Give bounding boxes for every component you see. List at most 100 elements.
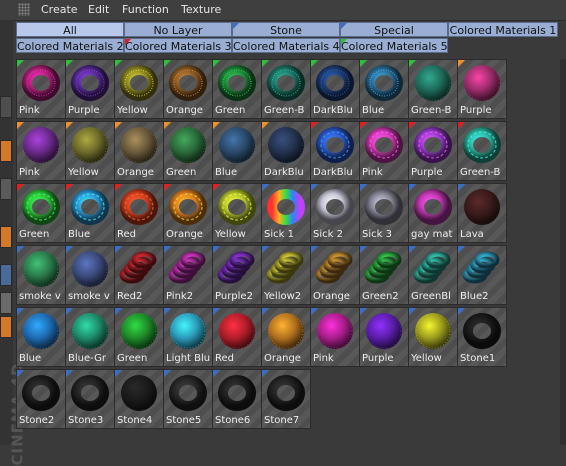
material-item[interactable]: smoke v (16, 245, 66, 305)
tab-colored-materials-3[interactable]: Colored Materials 3 (124, 38, 232, 53)
material-item[interactable]: Green (114, 307, 164, 367)
tab-special[interactable]: Special (340, 22, 448, 37)
layer-flag-icon (17, 308, 24, 315)
material-item[interactable]: Stone6 (212, 369, 262, 429)
tab-colored-materials-5[interactable]: Colored Materials 5 (340, 38, 448, 53)
tab-no-layer[interactable]: No Layer (124, 22, 232, 37)
material-item[interactable]: Stone1 (457, 307, 507, 367)
material-preview-icon (366, 313, 402, 349)
tool-button-orange[interactable] (0, 316, 12, 338)
material-item[interactable]: Sick 1 (261, 183, 311, 243)
vertical-scrollbar[interactable] (560, 59, 566, 445)
material-label: Sick 2 (313, 229, 343, 240)
material-item[interactable]: Green (163, 121, 213, 181)
tool-button[interactable] (0, 178, 12, 200)
material-item[interactable]: Pink (359, 121, 409, 181)
material-item[interactable]: Pink2 (163, 245, 213, 305)
material-label: Lava (460, 229, 484, 240)
material-item[interactable]: Sick 3 (359, 183, 409, 243)
material-item[interactable]: Stone4 (114, 369, 164, 429)
material-item[interactable]: Purple (457, 59, 507, 119)
tab-stone[interactable]: Stone (232, 22, 340, 37)
material-item[interactable]: Orange (114, 121, 164, 181)
material-item[interactable]: Yellow (212, 183, 262, 243)
material-item[interactable]: Purple (65, 59, 115, 119)
material-label: Orange (166, 105, 203, 116)
material-item[interactable]: Orange (261, 307, 311, 367)
material-item[interactable]: Blue (65, 183, 115, 243)
material-item[interactable]: DarkBlu (310, 59, 360, 119)
layer-flag-icon (66, 122, 73, 129)
material-item[interactable]: Stone5 (163, 369, 213, 429)
material-item[interactable]: Blue (359, 59, 409, 119)
material-item[interactable]: Blue (212, 121, 262, 181)
tab-colored-materials-1[interactable]: Colored Materials 1 (448, 22, 558, 37)
menu-create[interactable]: Create (41, 3, 78, 16)
material-item[interactable]: smoke v (65, 245, 115, 305)
material-item[interactable]: Blue2 (457, 245, 507, 305)
tab-colored-materials-4[interactable]: Colored Materials 4 (232, 38, 340, 53)
material-item[interactable]: Green-B (261, 59, 311, 119)
layer-flag-icon (213, 308, 220, 315)
material-item[interactable]: GreenBl (408, 245, 458, 305)
material-label: Yellow2 (264, 291, 302, 302)
layer-flag-icon (213, 184, 220, 191)
material-item[interactable]: Stone3 (65, 369, 115, 429)
material-item[interactable]: Green-B (457, 121, 507, 181)
tool-button[interactable] (0, 264, 12, 286)
tab-flag-icon (125, 39, 131, 45)
material-item[interactable]: Red2 (114, 245, 164, 305)
material-label: Orange (117, 167, 154, 178)
material-item[interactable]: Sick 2 (310, 183, 360, 243)
tab-flag-icon (341, 39, 347, 45)
material-preview-icon (268, 127, 304, 163)
tool-button-orange[interactable] (0, 140, 12, 162)
material-item[interactable]: DarkBlu (310, 121, 360, 181)
tab-colored-materials-2[interactable]: Colored Materials 2 (16, 38, 124, 53)
material-item[interactable]: Blue (16, 307, 66, 367)
material-item[interactable]: Yellow (408, 307, 458, 367)
material-item[interactable]: Purple (359, 307, 409, 367)
material-item[interactable]: Purple (408, 121, 458, 181)
layer-flag-icon (17, 246, 24, 253)
layer-flag-icon (262, 184, 269, 191)
material-item[interactable]: Green-B (408, 59, 458, 119)
material-item[interactable]: Orange (163, 183, 213, 243)
material-item[interactable]: DarkBlu (261, 121, 311, 181)
tab-all[interactable]: All (16, 22, 124, 37)
material-item[interactable]: Lava (457, 183, 507, 243)
material-item[interactable]: Yellow (65, 121, 115, 181)
material-item[interactable]: Light Blu (163, 307, 213, 367)
material-item[interactable]: Pink (16, 121, 66, 181)
material-item[interactable]: Pink (310, 307, 360, 367)
material-item[interactable]: Yellow (114, 59, 164, 119)
material-item[interactable]: Blue-Gr (65, 307, 115, 367)
material-preview-icon (218, 65, 256, 101)
material-item[interactable]: Pink (16, 59, 66, 119)
menu-function[interactable]: Function (122, 3, 169, 16)
material-item[interactable]: Stone2 (16, 369, 66, 429)
tool-button[interactable] (0, 292, 12, 314)
material-item[interactable]: Green (16, 183, 66, 243)
material-item[interactable]: Orange (310, 245, 360, 305)
material-item[interactable]: gay mat (408, 183, 458, 243)
material-label: DarkBlu (313, 105, 353, 116)
material-item[interactable]: Red (114, 183, 164, 243)
material-item[interactable]: Orange (163, 59, 213, 119)
material-item[interactable]: Purple2 (212, 245, 262, 305)
material-item[interactable]: Green (212, 59, 262, 119)
material-item[interactable]: Stone7 (261, 369, 311, 429)
menu-texture[interactable]: Texture (181, 3, 221, 16)
material-preview-icon (71, 189, 109, 225)
material-label: Blue (362, 105, 385, 116)
menu-edit[interactable]: Edit (88, 3, 109, 16)
material-item[interactable]: Red (212, 307, 262, 367)
material-item[interactable]: Yellow2 (261, 245, 311, 305)
layer-flag-icon (17, 122, 24, 129)
material-item[interactable]: Green2 (359, 245, 409, 305)
tool-button-orange[interactable] (0, 226, 12, 248)
material-label: Yellow (68, 167, 99, 178)
material-label: Orange (166, 229, 203, 240)
grip-handle-icon[interactable] (18, 3, 30, 16)
tool-button[interactable] (0, 96, 12, 118)
